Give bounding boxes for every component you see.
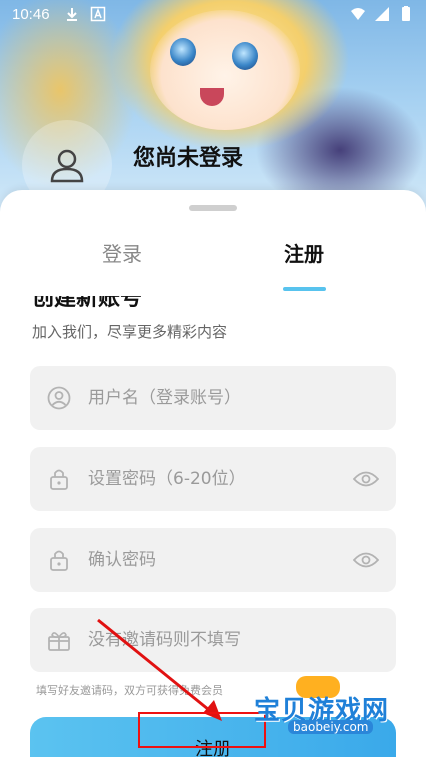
a-badge-icon [90, 6, 105, 22]
confirm-password-field[interactable] [30, 528, 396, 592]
status-bar: 10:46 [0, 0, 426, 28]
status-icons-left [64, 6, 106, 22]
invite-code-input[interactable] [88, 630, 380, 650]
watermark-sub-text: baobeiy.com [288, 720, 374, 734]
invite-hint: 填写好友邀请码，双方可获得免费会员 [36, 684, 223, 697]
signal-icon [375, 7, 389, 21]
tab-active-indicator [283, 287, 326, 291]
lock-icon [46, 466, 72, 492]
wifi-icon [351, 8, 365, 20]
user-circle-icon [46, 385, 72, 411]
password-field[interactable] [30, 447, 396, 511]
confirm-password-input[interactable] [88, 550, 352, 570]
status-time: 10:46 [12, 5, 50, 23]
gift-icon [46, 627, 72, 653]
status-icons-right [350, 6, 414, 22]
invite-code-field[interactable] [30, 608, 396, 672]
battery-icon [402, 6, 410, 21]
eye-icon[interactable] [352, 549, 380, 571]
auth-tabs: 登录 注册 [0, 238, 426, 288]
eye-icon[interactable] [352, 468, 380, 490]
download-icon [66, 8, 77, 21]
username-input[interactable] [88, 388, 380, 408]
site-watermark: 宝贝游戏网 baobeiy.com [254, 676, 426, 757]
character-eye-right [232, 42, 258, 70]
tab-login[interactable]: 登录 [98, 238, 146, 267]
annotation-box [138, 712, 266, 748]
character-eye-left [170, 38, 196, 66]
tab-register[interactable]: 注册 [280, 238, 328, 267]
username-field[interactable] [30, 366, 396, 430]
login-status-text[interactable]: 您尚未登录 [133, 140, 243, 172]
character-face [150, 10, 300, 130]
lock-icon [46, 547, 72, 573]
user-icon [50, 149, 84, 183]
register-subtitle: 加入我们，尽享更多精彩内容 [32, 323, 228, 341]
sheet-grabber[interactable] [189, 205, 237, 211]
auth-bottom-sheet: 登录 注册 创建新账号 加入我们，尽享更多精彩内容 用户名（登录账号） 没有邀请… [0, 190, 426, 757]
password-input[interactable] [88, 469, 352, 489]
